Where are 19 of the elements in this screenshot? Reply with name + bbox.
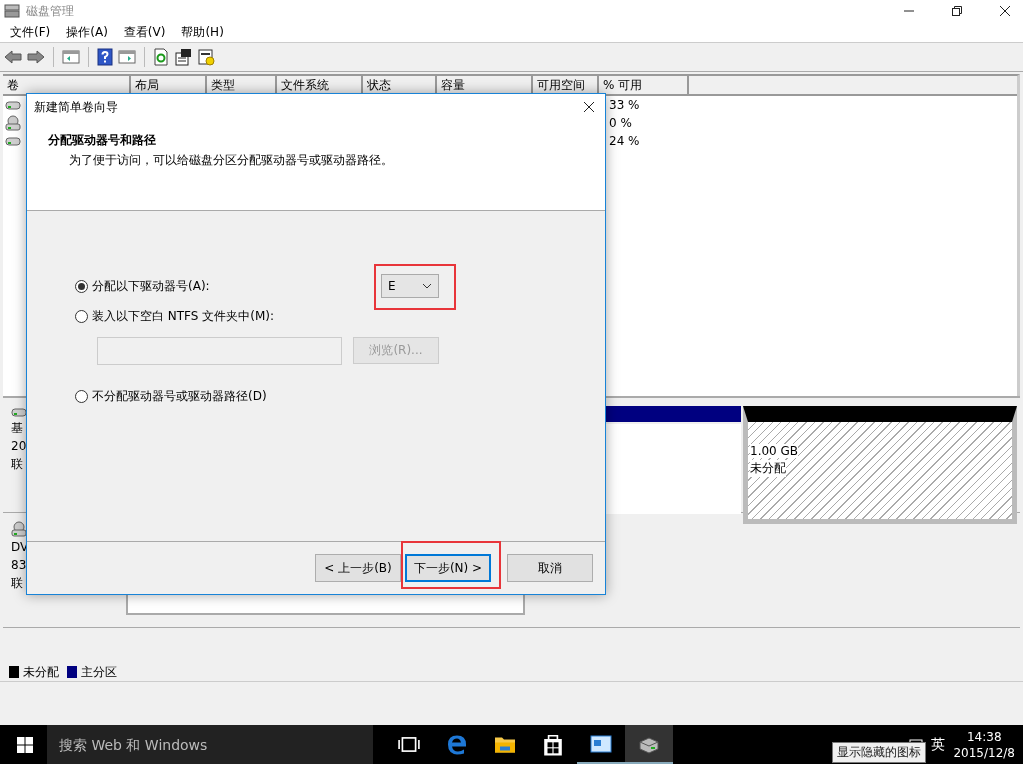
- partition-status: 未分配: [750, 460, 786, 477]
- legend-label: 主分区: [81, 663, 117, 681]
- legend-label: 未分配: [23, 663, 59, 681]
- time-text: 14:38: [966, 728, 1002, 745]
- table-cell: 0 %: [609, 116, 632, 130]
- date-text: 2015/12/8: [953, 744, 1015, 761]
- disk-label-text: 联: [11, 575, 23, 591]
- tooltip: 显示隐藏的图标: [832, 742, 926, 763]
- disk-label-text: 83: [11, 557, 27, 573]
- disk-label-text: 联: [11, 456, 23, 472]
- table-cell: 24 %: [609, 134, 640, 148]
- dialog-title: 新建简单卷向导: [34, 98, 118, 116]
- disk-label-text: 基: [11, 420, 23, 436]
- window-title: 磁盘管理: [26, 2, 74, 20]
- partition-size: 1.00 GB: [750, 444, 799, 458]
- wizard-subheading: 为了便于访问，可以给磁盘分区分配驱动器号或驱动器路径。: [68, 153, 394, 168]
- wizard-heading: 分配驱动器号和路径: [48, 132, 157, 149]
- table-cell: 33 %: [609, 98, 640, 112]
- disk-label-text: 20: [11, 438, 27, 454]
